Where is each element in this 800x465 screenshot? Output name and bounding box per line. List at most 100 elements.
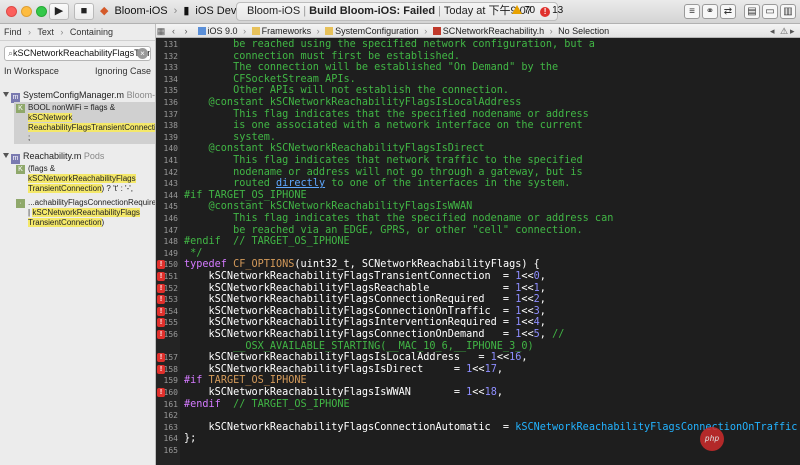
error-marker-icon[interactable]: !: [157, 388, 165, 397]
code-line[interactable]: 145 @constant kSCNetworkReachabilityFlag…: [156, 201, 800, 213]
code-text: #if TARGET_OS_IPHONE: [184, 375, 307, 387]
error-marker-icon[interactable]: !: [157, 260, 165, 270]
find-mode-action[interactable]: Find: [4, 27, 22, 37]
code-line[interactable]: 155! kSCNetworkReachabilityFlagsInterven…: [156, 317, 800, 329]
code-line[interactable]: 140 @constant kSCNetworkReachabilityFlag…: [156, 143, 800, 155]
code-line[interactable]: 152! kSCNetworkReachabilityFlagsReachabl…: [156, 283, 800, 295]
find-mode-type[interactable]: Text: [37, 27, 54, 37]
code-line[interactable]: 139 system.: [156, 132, 800, 144]
back-arrow-icon[interactable]: ‹: [169, 24, 179, 37]
code-line[interactable]: 136 @constant kSCNetworkReachabilityFlag…: [156, 97, 800, 109]
code-line[interactable]: 141 This flag indicates that network tra…: [156, 155, 800, 167]
navigator-toggle-icon[interactable]: ▤: [744, 4, 760, 19]
code-line[interactable]: 157! kSCNetworkReachabilityFlagsIsLocalA…: [156, 352, 800, 364]
stop-button[interactable]: ■: [74, 3, 94, 20]
code-line[interactable]: 150! typedef CF_OPTIONS(uint32_t, SCNetwo…: [156, 259, 800, 271]
line-number: 133: [163, 63, 178, 73]
error-marker-icon[interactable]: !: [157, 306, 165, 316]
error-marker-icon[interactable]: !: [157, 295, 165, 305]
code-line[interactable]: 161 #endif // TARGET_OS_IPHONE: [156, 399, 800, 411]
code-line[interactable]: 135 Other APIs will not establish the co…: [156, 85, 800, 97]
code-line[interactable]: 159 #if TARGET_OS_IPHONE: [156, 375, 800, 387]
code-line[interactable]: 131 be reached using the specified netwo…: [156, 39, 800, 51]
error-marker-icon[interactable]: !: [157, 283, 165, 293]
next-issue-icon[interactable]: ▸: [790, 24, 795, 37]
code-line[interactable]: 151! kSCNetworkReachabilityFlagsTransien…: [156, 271, 800, 283]
find-mode-bar[interactable]: Find › Text › Containing: [0, 24, 155, 41]
error-marker-icon[interactable]: !: [157, 318, 165, 328]
code-line[interactable]: 148 #endif // TARGET_OS_IPHONE: [156, 236, 800, 248]
source-editor[interactable]: 131 be reached using the specified netwo…: [156, 38, 800, 465]
code-token: This flag indicates that the specified n…: [184, 108, 589, 120]
line-number: 137: [163, 109, 178, 119]
code-line[interactable]: 133 The connection will be established "…: [156, 62, 800, 74]
clear-search-icon[interactable]: ×: [137, 48, 148, 59]
run-button[interactable]: ▶: [49, 3, 69, 20]
code-line[interactable]: 142 nodename or address will not go thro…: [156, 167, 800, 179]
code-line[interactable]: __OSX_AVAILABLE_STARTING(__MAC_10_6,__IP…: [156, 341, 800, 353]
watermark-logo: php: [700, 427, 724, 451]
match-line-icon: K: [16, 165, 25, 174]
error-marker-icon[interactable]: !: [157, 353, 165, 363]
search-match[interactable]: K BOOL nonWiFi = flags & kSCNetwork Reac…: [14, 102, 155, 144]
disclosure-icon[interactable]: [3, 92, 9, 97]
code-line[interactable]: 154! kSCNetworkReachabilityFlagsConnecti…: [156, 306, 800, 318]
code-line[interactable]: 146 This flag indicates that the specifi…: [156, 213, 800, 225]
code-line[interactable]: 143 routed directly to one of the interf…: [156, 178, 800, 190]
code-line[interactable]: 156! kSCNetworkReachabilityFlagsConnecti…: [156, 329, 800, 341]
issue-badges[interactable]: 70! 13: [512, 2, 563, 19]
activity-viewer[interactable]: Bloom-iOS | Build Bloom-iOS: Failed | To…: [236, 2, 558, 21]
scheme-icon: ◆: [100, 5, 109, 17]
jump-sdk-label: iOS 9.0: [207, 26, 238, 36]
scheme-selector[interactable]: ◆ Bloom-iOS › ▮ iOS Device: [100, 3, 256, 20]
debug-area-toggle-icon[interactable]: ▭: [762, 4, 778, 19]
minimize-window-button[interactable]: [21, 6, 32, 17]
standard-editor-icon[interactable]: ≡: [684, 4, 700, 19]
error-marker-icon[interactable]: !: [157, 364, 165, 374]
code-line[interactable]: 147 be reached via an EDGE, GPRS, or oth…: [156, 225, 800, 237]
code-text: nodename or address will not go through …: [184, 167, 583, 179]
search-input[interactable]: ⌕kSCNetworkReachabilityFlagsTransier ×: [4, 46, 151, 61]
search-match[interactable]: K (flags & kSCNetworkReachabilityFlags T…: [14, 163, 155, 195]
search-match[interactable]: · ...achabilityFlagsConnectionRequired |…: [14, 197, 155, 229]
code-line[interactable]: 134 CFSocketStream APIs.: [156, 74, 800, 86]
code-line[interactable]: 138 is one associated with a network int…: [156, 120, 800, 132]
jump-framework[interactable]: SystemConfiguration: [325, 26, 419, 36]
match-suffix: ) ? 't' : '-',: [101, 184, 133, 193]
jump-file[interactable]: SCNetworkReachability.h: [432, 26, 544, 36]
code-line[interactable]: 153! kSCNetworkReachabilityFlagsConnecti…: [156, 294, 800, 306]
version-editor-icon[interactable]: ⇄: [720, 4, 736, 19]
assistant-editor-icon[interactable]: ⚭: [702, 4, 718, 19]
issue-warning-icon[interactable]: ⚠: [780, 24, 788, 37]
code-line[interactable]: 158! kSCNetworkReachabilityFlagsIsDirect…: [156, 364, 800, 376]
code-text: kSCNetworkReachabilityFlagsIsWWAN = 1<<1…: [184, 387, 503, 399]
related-items-icon[interactable]: ▦: [156, 24, 166, 37]
line-number: 165: [163, 446, 178, 455]
jump-folder[interactable]: Frameworks: [251, 26, 311, 36]
utilities-toggle-icon[interactable]: ▥: [780, 4, 796, 19]
result-file[interactable]: m Reachability.m Pods: [0, 150, 155, 164]
result-file[interactable]: mSystemConfigManager.m Bloom-iOS: [0, 89, 155, 103]
code-line[interactable]: 162: [156, 410, 800, 422]
match-option[interactable]: Ignoring Case: [95, 64, 151, 79]
zoom-window-button[interactable]: [36, 6, 47, 17]
search-scope[interactable]: In Workspace: [4, 66, 59, 76]
error-marker-icon[interactable]: !: [157, 330, 165, 339]
code-token: 18: [484, 387, 497, 398]
close-window-button[interactable]: [6, 6, 17, 17]
disclosure-icon[interactable]: [3, 153, 9, 158]
find-mode-match[interactable]: Containing: [70, 27, 113, 37]
jump-selection[interactable]: No Selection: [558, 26, 609, 36]
code-token: kSCNetworkReachabilityFlagsConnectionOnD…: [184, 329, 516, 340]
forward-arrow-icon[interactable]: ›: [181, 24, 191, 37]
code-line[interactable]: 132 connection must first be established…: [156, 51, 800, 63]
error-marker-icon[interactable]: !: [157, 272, 165, 281]
code-line[interactable]: 149 */: [156, 248, 800, 260]
code-token: <<: [472, 363, 485, 375]
code-line[interactable]: 144 #if TARGET_OS_IPHONE: [156, 190, 800, 202]
code-line[interactable]: 137 This flag indicates that the specifi…: [156, 109, 800, 121]
jump-sdk[interactable]: iOS 9.0: [197, 26, 238, 36]
previous-issue-icon[interactable]: ◂: [770, 24, 775, 37]
code-line[interactable]: 160! kSCNetworkReachabilityFlagsIsWWAN =…: [156, 387, 800, 399]
